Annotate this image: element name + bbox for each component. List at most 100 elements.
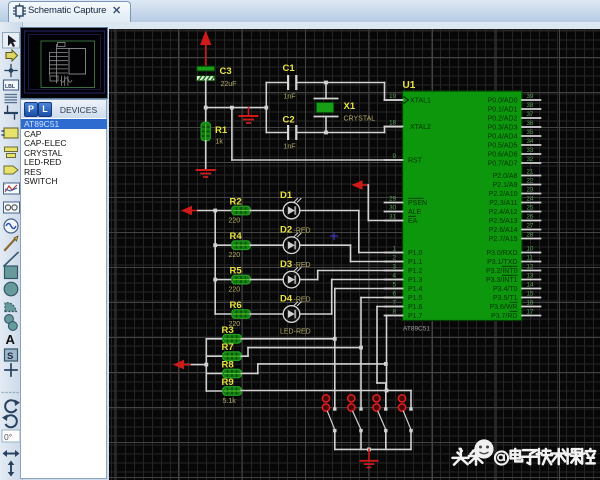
svg-text:30: 30 — [389, 205, 396, 212]
svg-text:12: 12 — [527, 264, 534, 271]
svg-text:X1: X1 — [344, 101, 356, 112]
svg-text:P2.2/A10: P2.2/A10 — [489, 191, 518, 198]
svg-text:-RED: -RED — [294, 228, 311, 235]
svg-text:29: 29 — [389, 196, 396, 203]
svg-text:24: 24 — [527, 196, 534, 203]
svg-text:P3.7/RD: P3.7/RD — [491, 313, 517, 320]
svg-text:8: 8 — [393, 309, 397, 316]
svg-text:R4: R4 — [230, 231, 243, 242]
svg-text:19: 19 — [389, 93, 396, 100]
svg-text:C3: C3 — [220, 66, 232, 77]
svg-text:1k: 1k — [216, 139, 224, 146]
svg-text:P0.1/AD1: P0.1/AD1 — [488, 107, 518, 114]
svg-text:P3.5/T1: P3.5/T1 — [493, 295, 518, 302]
svg-text:38: 38 — [527, 102, 534, 109]
svg-text:R3: R3 — [222, 325, 234, 336]
svg-text:P1.1: P1.1 — [408, 259, 423, 266]
svg-text:28: 28 — [527, 232, 534, 239]
svg-text:17: 17 — [527, 309, 534, 316]
svg-text:22uF: 22uF — [221, 81, 237, 88]
svg-text:11: 11 — [527, 255, 534, 262]
svg-text:AT89C51: AT89C51 — [403, 326, 430, 333]
svg-text:1nF: 1nF — [284, 94, 296, 101]
svg-text:P2.6/A14: P2.6/A14 — [489, 227, 518, 234]
svg-text:220: 220 — [229, 252, 241, 259]
svg-text:PSEN: PSEN — [408, 200, 427, 207]
svg-text:P0.4/AD4: P0.4/AD4 — [488, 134, 518, 141]
svg-text:P0.3/AD3: P0.3/AD3 — [488, 125, 518, 132]
svg-text:P2.4/A12: P2.4/A12 — [489, 209, 518, 216]
svg-text:7: 7 — [393, 300, 397, 307]
svg-text:14: 14 — [527, 282, 534, 289]
svg-text:LED-RED: LED-RED — [280, 329, 311, 336]
svg-text:13: 13 — [527, 273, 534, 280]
svg-text:P3.4/T0: P3.4/T0 — [493, 286, 518, 293]
svg-text:R1: R1 — [215, 125, 228, 136]
svg-text:CRYSTAL: CRYSTAL — [344, 116, 376, 123]
svg-text:10: 10 — [527, 246, 534, 253]
svg-text:S: S — [7, 351, 13, 362]
svg-text:15: 15 — [527, 291, 534, 298]
svg-text:18: 18 — [389, 120, 396, 127]
svg-text:31: 31 — [389, 214, 396, 221]
svg-text:4: 4 — [393, 273, 397, 280]
svg-text:P3.3/INT1: P3.3/INT1 — [486, 277, 518, 284]
svg-text:XTAL2: XTAL2 — [410, 124, 431, 131]
svg-text:P2.0/A8: P2.0/A8 — [493, 173, 518, 180]
svg-text:P0.0/AD0: P0.0/AD0 — [488, 98, 518, 105]
svg-text:ALE: ALE — [408, 209, 422, 216]
svg-text:U1: U1 — [403, 80, 416, 91]
svg-text:2: 2 — [393, 255, 397, 262]
svg-text:D4: D4 — [280, 294, 293, 305]
svg-text:P0.5/AD5: P0.5/AD5 — [488, 143, 518, 150]
svg-text:5: 5 — [393, 282, 397, 289]
svg-text:R8: R8 — [222, 360, 234, 371]
svg-text:D3: D3 — [280, 259, 292, 270]
svg-text:P0.7/AD7: P0.7/AD7 — [488, 161, 518, 168]
svg-text:R9: R9 — [222, 377, 234, 388]
svg-text:21: 21 — [527, 169, 534, 176]
svg-text:RST: RST — [408, 158, 423, 165]
svg-text:R2: R2 — [230, 197, 242, 208]
svg-text:P2.1/A9: P2.1/A9 — [493, 182, 518, 189]
svg-text:D2: D2 — [280, 225, 292, 236]
svg-text:0°: 0° — [4, 432, 12, 442]
svg-text:P1.7: P1.7 — [408, 313, 423, 320]
svg-text:-RED: -RED — [294, 296, 311, 303]
svg-text:D1: D1 — [280, 190, 293, 201]
svg-text:P1.6: P1.6 — [408, 304, 423, 311]
svg-text:5.1k: 5.1k — [223, 398, 237, 405]
svg-text:P2.3/A11: P2.3/A11 — [489, 200, 517, 207]
svg-text:1nF: 1nF — [284, 144, 296, 151]
svg-text:37: 37 — [527, 111, 534, 118]
svg-text:P1.2: P1.2 — [408, 268, 423, 275]
svg-text:P3.2/INT0: P3.2/INT0 — [486, 268, 518, 275]
svg-text:25: 25 — [527, 205, 534, 212]
svg-text:LBL: LBL — [5, 84, 16, 90]
svg-text:P1.0: P1.0 — [408, 250, 423, 257]
svg-text:EA: EA — [408, 218, 418, 225]
svg-text:P0.2/AD2: P0.2/AD2 — [488, 116, 518, 123]
svg-text:3: 3 — [393, 264, 397, 271]
svg-text:C2: C2 — [283, 115, 295, 126]
svg-text:P1.4: P1.4 — [408, 286, 423, 293]
svg-text:9: 9 — [393, 153, 397, 160]
svg-text:P2.7/A15: P2.7/A15 — [489, 236, 518, 243]
svg-text:-RED: -RED — [294, 262, 311, 269]
svg-text:27: 27 — [527, 223, 534, 230]
svg-text:220: 220 — [229, 218, 241, 225]
svg-text:P1.3: P1.3 — [408, 277, 423, 284]
svg-text:P0.6/AD6: P0.6/AD6 — [488, 152, 518, 159]
svg-text:39: 39 — [527, 93, 534, 100]
svg-text:A: A — [6, 332, 16, 347]
svg-text:R6: R6 — [230, 300, 242, 311]
svg-text:26: 26 — [527, 214, 534, 221]
svg-text:1: 1 — [393, 246, 397, 253]
svg-text:36: 36 — [527, 120, 534, 127]
svg-text:P2.5/A13: P2.5/A13 — [489, 218, 518, 225]
svg-text:34: 34 — [527, 138, 534, 145]
svg-text:XTAL1: XTAL1 — [410, 98, 431, 105]
svg-text:33: 33 — [527, 147, 534, 154]
svg-text:16: 16 — [527, 300, 534, 307]
svg-text:P3.6/WR: P3.6/WR — [489, 304, 517, 311]
